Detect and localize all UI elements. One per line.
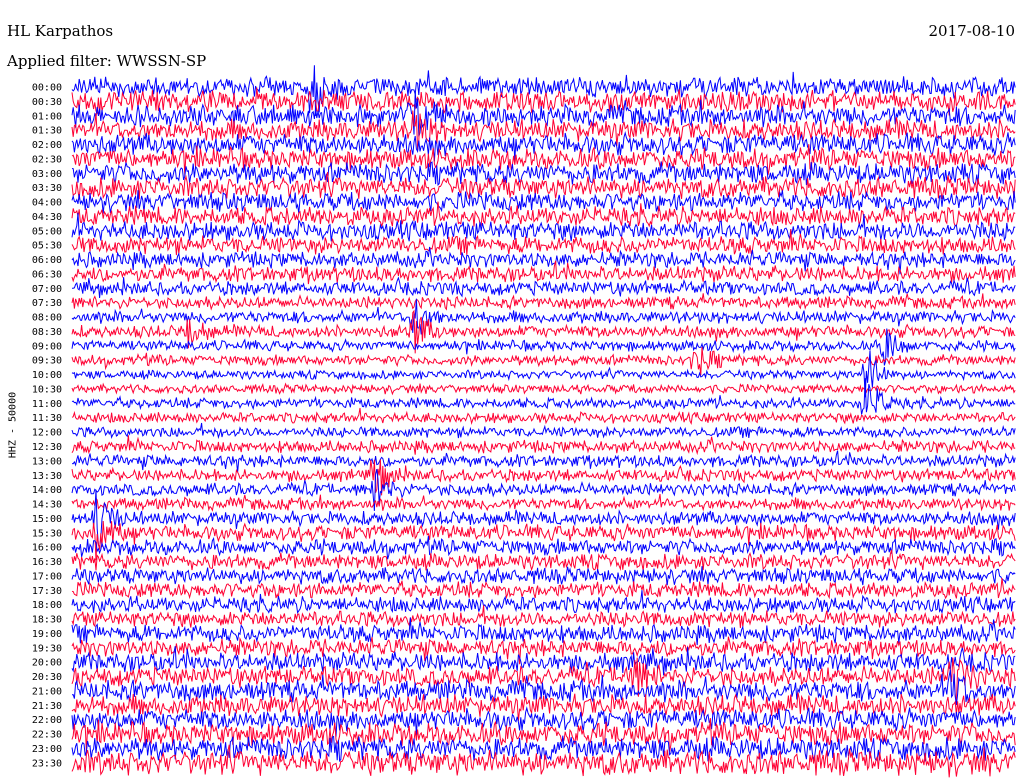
row-label-1700: 17:00	[32, 571, 62, 582]
row-label-1100: 11:00	[32, 399, 62, 410]
row-label-2130: 21:30	[32, 701, 62, 712]
row-label-0230: 02:30	[32, 154, 62, 165]
trace-1200	[71, 422, 1016, 440]
row-label-1600: 16:00	[32, 543, 62, 554]
trace-1730	[71, 578, 1016, 600]
row-label-2200: 22:00	[32, 715, 62, 726]
row-label-group: 00:00 00:30 01:00 01:30 02:00 02:30 03:00 03:30…	[32, 83, 62, 770]
trace-1100	[71, 378, 1016, 415]
row-label-1630: 16:30	[32, 557, 62, 568]
row-label-0730: 07:30	[32, 298, 62, 309]
row-label-0400: 04:00	[32, 198, 62, 209]
row-label-0000: 00:00	[32, 83, 62, 94]
row-label-0830: 08:30	[32, 327, 62, 338]
row-label-0700: 07:00	[32, 284, 62, 295]
trace-1430	[71, 493, 1016, 512]
row-label-1530: 15:30	[32, 528, 62, 539]
row-label-1430: 14:30	[32, 500, 62, 511]
trace-0630	[71, 260, 1016, 285]
row-label-1500: 15:00	[32, 514, 62, 525]
row-label-0600: 06:00	[32, 255, 62, 266]
row-label-0130: 01:30	[32, 126, 62, 137]
trace-1700	[71, 566, 1016, 586]
row-label-0100: 01:00	[32, 111, 62, 122]
trace-1630	[71, 549, 1016, 572]
trace-0230	[71, 144, 1016, 176]
row-label-0430: 04:30	[32, 212, 62, 223]
trace-0600	[71, 246, 1016, 275]
row-label-2330: 23:30	[32, 758, 62, 769]
row-label-1230: 12:30	[32, 442, 62, 453]
row-label-1830: 18:30	[32, 615, 62, 626]
row-label-1330: 13:30	[32, 471, 62, 482]
trace-1300	[71, 450, 1016, 473]
row-label-1300: 13:00	[32, 456, 62, 467]
row-label-2000: 20:00	[32, 658, 62, 669]
row-label-0300: 03:00	[32, 169, 62, 180]
seismogram-plot: 00:00 00:30 01:00 01:30 02:00 02:30 03:00 03:30…	[32, 65, 1016, 778]
row-label-0630: 06:30	[32, 269, 62, 280]
row-label-0900: 09:00	[32, 341, 62, 352]
row-label-2230: 22:30	[32, 730, 62, 741]
trace-1030	[71, 382, 1016, 396]
row-label-0500: 05:00	[32, 226, 62, 237]
row-label-1900: 19:00	[32, 629, 62, 640]
row-label-1800: 18:00	[32, 600, 62, 611]
row-label-0930: 09:30	[32, 356, 62, 367]
trace-0830	[71, 309, 1016, 354]
trace-1800	[71, 590, 1016, 615]
trace-group	[71, 65, 1016, 778]
row-label-2030: 20:30	[32, 672, 62, 683]
row-label-1130: 11:30	[32, 413, 62, 424]
trace-0430	[71, 201, 1016, 228]
row-label-1930: 19:30	[32, 643, 62, 654]
row-label-2300: 23:00	[32, 744, 62, 755]
row-label-0030: 00:30	[32, 97, 62, 108]
trace-1130	[71, 407, 1016, 425]
row-label-0800: 08:00	[32, 313, 62, 324]
trace-1830	[71, 605, 1016, 629]
row-label-1400: 14:00	[32, 485, 62, 496]
row-label-0530: 05:30	[32, 241, 62, 252]
trace-0300	[71, 161, 1016, 186]
row-label-2100: 21:00	[32, 686, 62, 697]
row-label-1000: 10:00	[32, 370, 62, 381]
row-label-1730: 17:30	[32, 586, 62, 597]
row-label-0200: 02:00	[32, 140, 62, 151]
row-label-1030: 10:30	[32, 384, 62, 395]
trace-0730	[71, 293, 1016, 311]
row-label-0330: 03:30	[32, 183, 62, 194]
row-label-1200: 12:00	[32, 428, 62, 439]
trace-1230	[71, 435, 1016, 456]
